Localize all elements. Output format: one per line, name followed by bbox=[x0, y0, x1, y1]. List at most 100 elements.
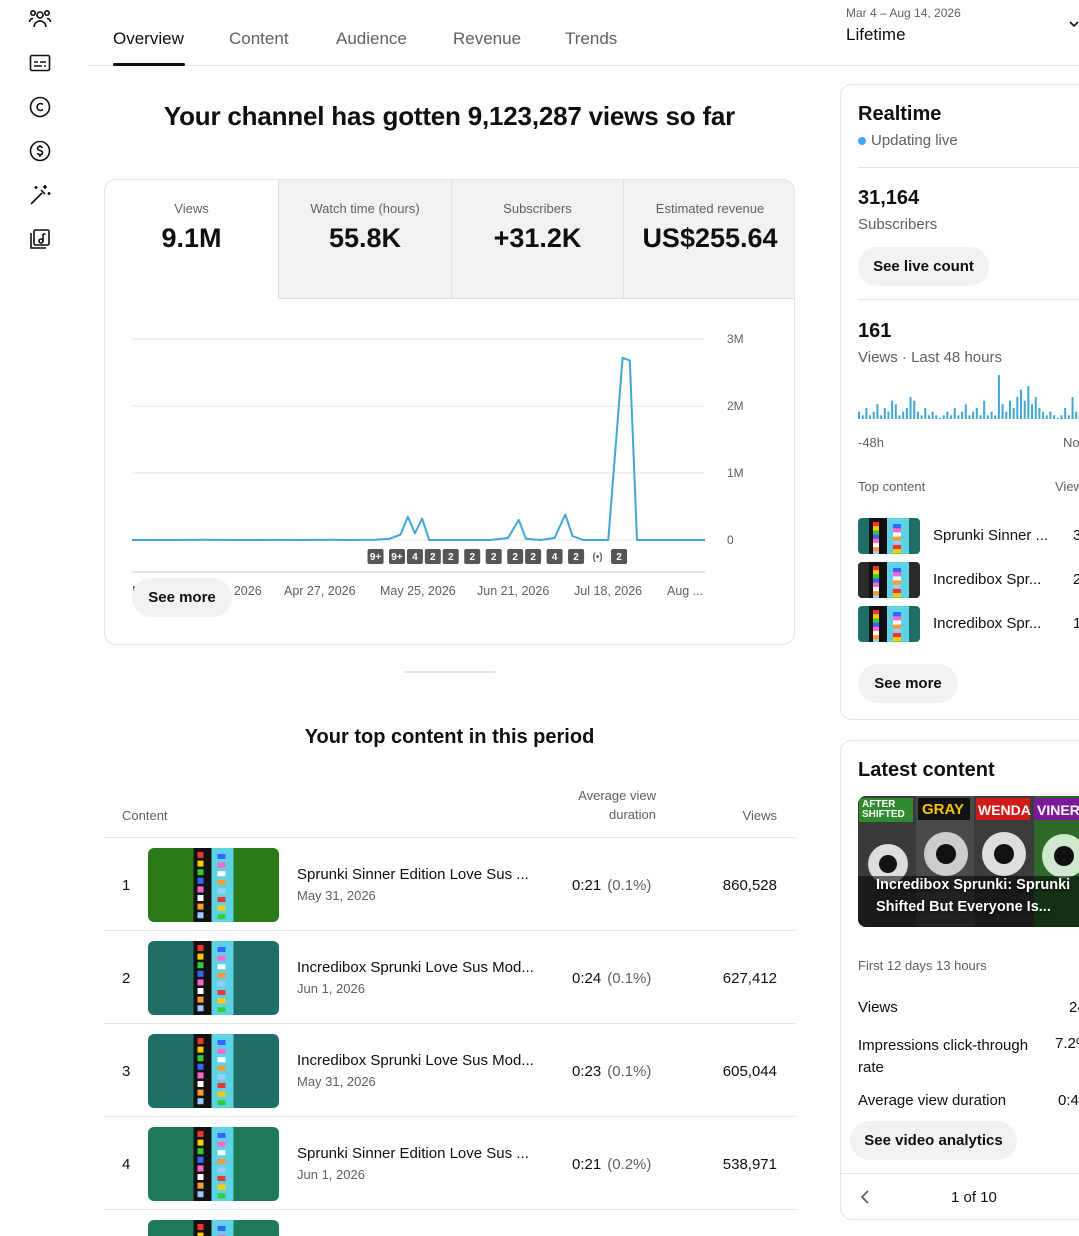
stat-avd: Average view duration 0:4 bbox=[858, 1092, 1079, 1109]
annotation-label: 9+ bbox=[370, 552, 382, 563]
realtime-subscribers-label: Subscribers bbox=[858, 216, 938, 233]
realtime-bar bbox=[1023, 400, 1026, 419]
metric-tab-watch-time[interactable]: Watch time (hours) 55.8K bbox=[278, 180, 451, 299]
metric-value: 9.1M bbox=[161, 223, 222, 253]
see-live-count-button[interactable]: See live count bbox=[858, 247, 989, 286]
realtime-bar bbox=[887, 411, 890, 419]
annotation-marker[interactable]: 2 bbox=[442, 549, 459, 564]
chevron-left-icon[interactable] bbox=[858, 1189, 872, 1205]
stat-value: 7.2% bbox=[1055, 1035, 1079, 1052]
video-thumbnail[interactable] bbox=[148, 1127, 279, 1201]
row-rank: 4 bbox=[122, 1156, 131, 1173]
date-range-picker[interactable]: Mar 4 – Aug 14, 2026 Lifetime bbox=[846, 6, 961, 45]
latest-video-thumbnail[interactable]: AFTER SHIFTED GRAY WENDA VINERI Incredib… bbox=[858, 796, 1079, 927]
annotation-marker[interactable]: 2 bbox=[464, 549, 481, 564]
annotation-marker[interactable]: 9+ bbox=[389, 549, 406, 564]
video-thumbnail[interactable] bbox=[148, 1034, 279, 1108]
video-date: May 31, 2026 bbox=[297, 888, 376, 903]
realtime-bar bbox=[898, 415, 901, 419]
divider bbox=[858, 299, 1079, 300]
chevron-down-icon[interactable] bbox=[1068, 18, 1079, 30]
annotation-marker[interactable]: 2 bbox=[424, 549, 441, 564]
annotation-label: 9+ bbox=[391, 552, 403, 563]
annotation-label: 4 bbox=[412, 552, 418, 563]
series-line[interactable] bbox=[132, 356, 705, 541]
row-rank: 1 bbox=[122, 877, 131, 894]
video-title[interactable]: Sprunki Sinner Edition Love Sus ... bbox=[297, 1145, 537, 1162]
date-range-text: Mar 4 – Aug 14, 2026 bbox=[846, 6, 961, 20]
annotation-marker[interactable]: 4 bbox=[546, 549, 563, 564]
see-video-analytics-button[interactable]: See video analytics bbox=[850, 1121, 1017, 1160]
realtime-top-item[interactable]: Incredibox Spr... 1 bbox=[858, 606, 1079, 642]
avd-percent: (0.2%) bbox=[607, 1156, 652, 1173]
table-row[interactable]: 1 Sprunki Sinner Edition Love Sus ... May … bbox=[104, 838, 795, 931]
video-date: Jun 1, 2026 bbox=[297, 981, 365, 996]
realtime-bar bbox=[924, 408, 927, 419]
realtime-top-item[interactable]: Incredibox Spr... 2 bbox=[858, 562, 1079, 598]
video-thumbnail[interactable] bbox=[148, 848, 279, 922]
row-rank: 2 bbox=[122, 970, 131, 987]
realtime-bar bbox=[957, 415, 960, 419]
annotation-marker[interactable]: (•) bbox=[589, 549, 606, 564]
table-row[interactable]: 4 Sprunki Sinner Edition Love Sus ... Jun … bbox=[104, 1117, 795, 1210]
realtime-bar bbox=[997, 375, 1000, 419]
see-more-button[interactable]: See more bbox=[132, 578, 232, 617]
annotation-marker[interactable]: 2 bbox=[485, 549, 502, 564]
tab-revenue[interactable]: Revenue bbox=[453, 29, 521, 49]
table-row[interactable]: 3 Incredibox Sprunki Love Sus Mod... May 3… bbox=[104, 1024, 795, 1117]
realtime-bar bbox=[920, 415, 923, 419]
video-title[interactable]: Incredibox Sprunki Love Sus Mod... bbox=[297, 1052, 537, 1069]
video-title[interactable]: Incredibox Sprunki Love Sus Mod... bbox=[297, 959, 537, 976]
video-thumbnail bbox=[858, 518, 920, 554]
realtime-bar bbox=[909, 397, 912, 419]
annotation-marker[interactable]: 2 bbox=[525, 549, 542, 564]
avd-percent: (0.1%) bbox=[607, 877, 652, 894]
audience-icon[interactable] bbox=[27, 6, 53, 32]
video-title: Incredibox Spr... bbox=[933, 571, 1042, 588]
subtitles-icon[interactable] bbox=[27, 50, 53, 76]
realtime-bar bbox=[1005, 411, 1008, 419]
column-header-views[interactable]: Views bbox=[743, 808, 777, 823]
stat-label: Average view duration bbox=[858, 1092, 1007, 1109]
tab-audience[interactable]: Audience bbox=[336, 29, 407, 49]
y-tick-label: 3M bbox=[727, 332, 744, 346]
annotation-marker[interactable]: 4 bbox=[406, 549, 423, 564]
realtime-bar bbox=[1053, 415, 1056, 419]
metric-tab-subscribers[interactable]: Subscribers +31.2K bbox=[451, 180, 623, 299]
video-thumbnail[interactable] bbox=[148, 1220, 279, 1236]
video-thumbnail bbox=[858, 562, 920, 598]
metric-tab-revenue[interactable]: Estimated revenue US$255.64 bbox=[623, 180, 794, 299]
top-content-views-label: View bbox=[1055, 479, 1079, 494]
y-tick-label: 0 bbox=[727, 533, 734, 547]
annotation-label: 2 bbox=[573, 552, 579, 563]
table-row[interactable]: 2 Incredibox Sprunki Love Sus Mod... Jun 1… bbox=[104, 931, 795, 1024]
annotation-marker[interactable]: 2 bbox=[611, 549, 628, 564]
copyright-icon[interactable] bbox=[27, 94, 53, 120]
tab-trends[interactable]: Trends bbox=[565, 29, 617, 49]
video-title[interactable]: Sprunki Sinner Edition Love Sus ... bbox=[297, 866, 537, 883]
video-thumbnail[interactable] bbox=[148, 941, 279, 1015]
stat-ctr: Impressions click-through rate 7.2% bbox=[858, 1035, 1079, 1079]
annotation-marker[interactable]: 9+ bbox=[367, 549, 384, 564]
realtime-bar bbox=[939, 418, 941, 419]
column-header-avd[interactable]: Average view duration bbox=[578, 788, 656, 822]
customization-icon[interactable] bbox=[27, 182, 53, 208]
row-rank: 3 bbox=[122, 1063, 131, 1080]
page-headline: Your channel has gotten 9,123,287 views … bbox=[163, 101, 736, 131]
realtime-bar bbox=[913, 400, 916, 419]
metric-tab-views[interactable]: Views 9.1M bbox=[105, 180, 278, 299]
realtime-top-item[interactable]: Sprunki Sinner ... 3 bbox=[858, 518, 1079, 554]
realtime-bar bbox=[1001, 404, 1004, 419]
realtime-bar bbox=[994, 415, 997, 419]
realtime-see-more-button[interactable]: See more bbox=[858, 664, 958, 703]
tab-content[interactable]: Content bbox=[229, 29, 289, 49]
realtime-bar bbox=[891, 400, 894, 419]
audio-library-icon[interactable] bbox=[27, 226, 53, 252]
metric-value: US$255.64 bbox=[642, 223, 778, 253]
realtime-bar bbox=[931, 411, 934, 419]
tab-overview[interactable]: Overview bbox=[113, 29, 184, 49]
monetization-icon[interactable] bbox=[27, 138, 53, 164]
annotation-marker[interactable]: 2 bbox=[568, 549, 585, 564]
top-content-title: Your top content in this period bbox=[304, 726, 595, 748]
annotation-marker[interactable]: 2 bbox=[507, 549, 524, 564]
